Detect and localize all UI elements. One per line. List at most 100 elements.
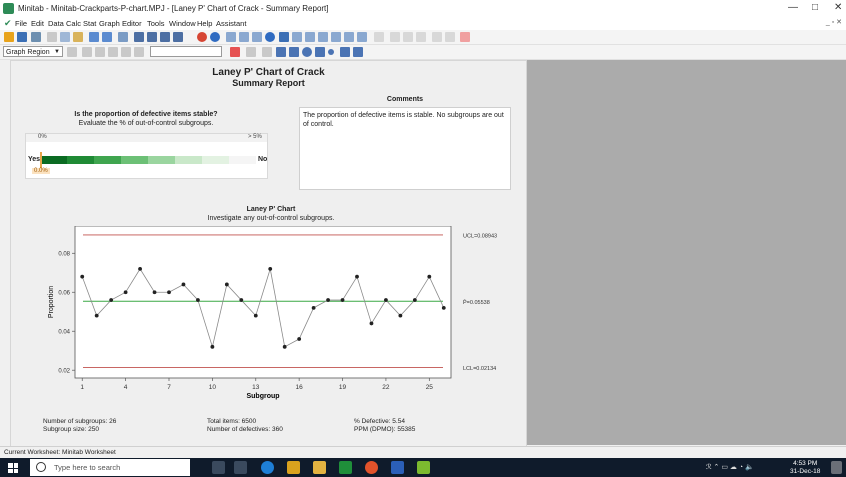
data-point-17 xyxy=(311,305,316,310)
menu-edit[interactable]: Edit xyxy=(31,19,44,28)
menu-tools[interactable]: Tools xyxy=(147,19,165,28)
flag-icon[interactable] xyxy=(121,47,131,57)
db-query-icon[interactable] xyxy=(357,32,367,42)
no-label: No xyxy=(258,156,268,163)
related-graphs-icon[interactable] xyxy=(305,32,315,42)
graph-folder-icon[interactable] xyxy=(252,32,262,42)
layout-icon[interactable] xyxy=(344,32,354,42)
insert-column-icon[interactable] xyxy=(403,32,413,42)
help-icon[interactable] xyxy=(210,32,220,42)
edit-last-dialog-icon[interactable] xyxy=(118,32,128,42)
marker-tool-icon[interactable] xyxy=(328,49,334,55)
move-up-icon[interactable] xyxy=(134,32,144,42)
text-tool-icon[interactable] xyxy=(276,47,286,57)
graph-region-select[interactable]: Graph Region ▼ xyxy=(3,46,63,57)
worksheet-icon[interactable] xyxy=(239,32,249,42)
stats-col-2: Total items: 6500 Number of defectives: … xyxy=(207,418,283,434)
word-icon[interactable] xyxy=(391,461,404,474)
brush-icon[interactable] xyxy=(432,32,442,42)
yes-label: Yes xyxy=(28,156,41,163)
session-window-icon[interactable] xyxy=(226,32,236,42)
select-icon[interactable] xyxy=(82,47,92,57)
minitab-taskbar-icon[interactable] xyxy=(417,461,430,474)
move-down-icon[interactable] xyxy=(147,32,157,42)
zoom-icon[interactable] xyxy=(246,47,256,57)
find-icon[interactable] xyxy=(160,32,170,42)
menu-window[interactable]: Window xyxy=(169,19,196,28)
menu-assistant[interactable]: Assistant xyxy=(216,19,246,28)
excel-like-app-icon[interactable] xyxy=(339,461,352,474)
scale-min-label: 0% xyxy=(38,134,47,140)
rectangle-tool-icon[interactable] xyxy=(289,47,299,57)
redo-icon[interactable] xyxy=(102,32,112,42)
menu-help[interactable]: Help xyxy=(197,19,212,28)
paste-icon[interactable] xyxy=(73,32,83,42)
column-icon[interactable] xyxy=(416,32,426,42)
cancel-icon[interactable] xyxy=(197,32,207,42)
project-manager-icon[interactable] xyxy=(279,32,289,42)
task-view-icon[interactable] xyxy=(234,461,247,474)
x-axis-label: Subgroup xyxy=(246,393,279,400)
report-pad-icon[interactable] xyxy=(318,32,328,42)
total-items: Total items: 6500 xyxy=(207,418,257,425)
menu-stat[interactable]: Stat xyxy=(83,19,96,28)
crosshair-icon[interactable] xyxy=(445,32,455,42)
menu-graph[interactable]: Graph xyxy=(99,19,120,28)
formula-icon[interactable] xyxy=(374,32,384,42)
gauge-marker xyxy=(40,152,42,168)
y-axis-label: Proportion xyxy=(48,286,55,318)
polyline-tool-icon[interactable] xyxy=(340,47,350,57)
ucl-label: UCL=0.08943 xyxy=(463,233,497,239)
symbol-icon[interactable] xyxy=(134,47,144,57)
file-explorer-icon[interactable] xyxy=(313,461,326,474)
mdi-window-controls[interactable]: _ ▫ ✕ xyxy=(826,18,842,26)
ellipse-tool-icon[interactable] xyxy=(302,47,312,57)
notifications-icon[interactable] xyxy=(831,461,842,474)
replace-icon[interactable] xyxy=(173,32,183,42)
brush-tool-icon[interactable] xyxy=(95,47,105,57)
copy-icon[interactable] xyxy=(60,32,70,42)
x-tick-label-22: 22 xyxy=(382,384,390,391)
table-icon[interactable] xyxy=(331,32,341,42)
store-icon[interactable] xyxy=(287,461,300,474)
save-icon[interactable] xyxy=(17,32,27,42)
chrome-icon[interactable] xyxy=(365,461,378,474)
close-button[interactable]: ✕ xyxy=(834,2,842,13)
windows-start-icon[interactable] xyxy=(8,463,18,473)
minimize-button[interactable]: — xyxy=(788,2,798,13)
history-icon[interactable] xyxy=(292,32,302,42)
font-select[interactable] xyxy=(150,46,222,57)
data-point-22 xyxy=(384,298,388,302)
menu-bar: ✔ File Edit Data Calc Stat Graph Editor … xyxy=(0,18,846,30)
chevron-down-icon: ▼ xyxy=(54,49,60,55)
polygon-tool-icon[interactable] xyxy=(353,47,363,57)
clock[interactable]: 4:53 PM 31-Dec-18 xyxy=(790,460,820,476)
cut-icon[interactable] xyxy=(47,32,57,42)
menu-data[interactable]: Data xyxy=(48,19,64,28)
pointer-icon[interactable] xyxy=(262,47,272,57)
open-project-icon[interactable] xyxy=(4,32,14,42)
info-icon[interactable] xyxy=(265,32,275,42)
subgroup-size: Subgroup size: 250 xyxy=(43,426,100,433)
title-bar: Minitab - Minitab-Crackparts-P-chart.MPJ… xyxy=(0,0,846,18)
menu-file[interactable]: File xyxy=(15,19,27,28)
edge-browser-icon[interactable] xyxy=(261,461,274,474)
print-icon[interactable] xyxy=(31,32,41,42)
add-icon[interactable] xyxy=(108,47,118,57)
eraser-icon[interactable] xyxy=(460,32,470,42)
insert-row-icon[interactable] xyxy=(390,32,400,42)
status-text: Current Worksheet: Minitab Worksheet xyxy=(4,449,116,456)
maximize-button[interactable]: □ xyxy=(812,2,818,13)
microphone-icon[interactable] xyxy=(212,461,225,474)
taskbar-search[interactable]: Type here to search xyxy=(30,459,190,476)
undo-icon[interactable] xyxy=(89,32,99,42)
menu-editor[interactable]: Editor xyxy=(122,19,142,28)
checkmark-icon: ✔ xyxy=(4,18,12,28)
x-tick-label-16: 16 xyxy=(296,384,304,391)
menu-calc[interactable]: Calc xyxy=(66,19,81,28)
delete-icon[interactable] xyxy=(230,47,240,57)
edit-icon[interactable] xyxy=(67,47,77,57)
system-tray-icons[interactable]: ℛ ⌃ ▭ ☁ ◔ 🔈 xyxy=(706,463,754,471)
line-tool-icon[interactable] xyxy=(315,47,325,57)
x-tick-label-19: 19 xyxy=(339,384,347,391)
